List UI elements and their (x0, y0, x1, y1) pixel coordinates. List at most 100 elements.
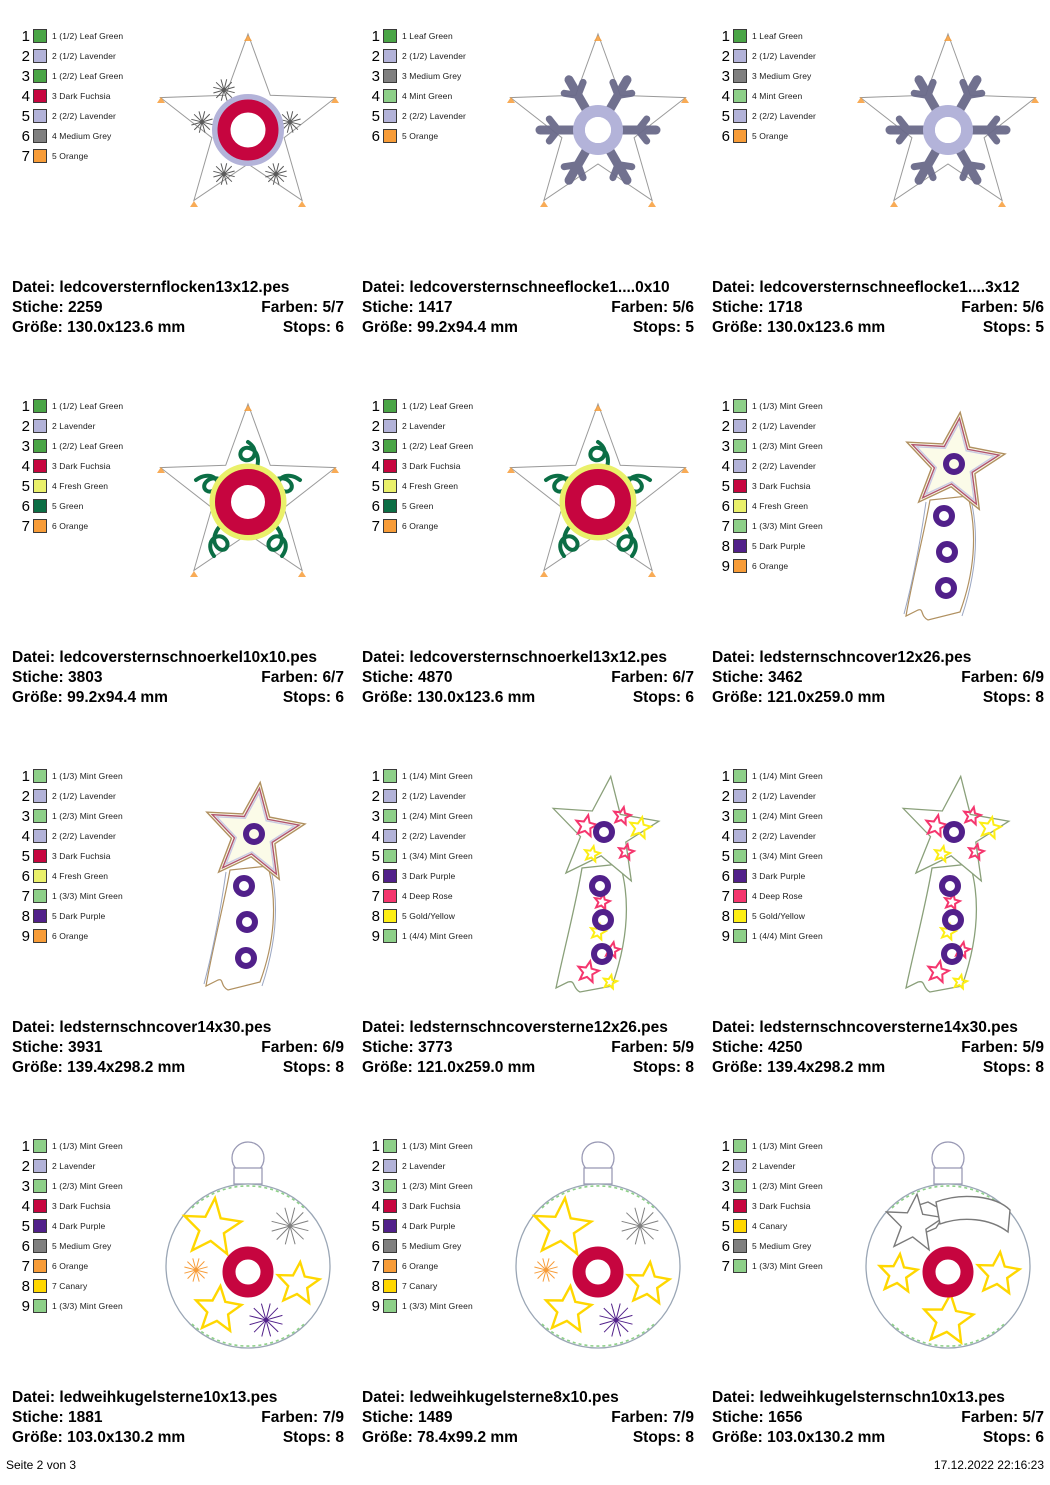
design-card[interactable]: 1 1 (1/3) Mint Green 2 2 (1/2) Lavender 3 1 (… (0, 740, 350, 1110)
legend-index: 2 (21, 417, 30, 435)
design-card[interactable]: 1 1 (1/3) Mint Green 2 2 Lavender 3 1 (2/3) M… (350, 1110, 700, 1480)
colors-label: Farben: (611, 1039, 669, 1056)
size-value: 99.2x94.4 mm (417, 319, 518, 336)
legend-index: 8 (721, 907, 730, 925)
color-swatch (383, 809, 397, 823)
design-card[interactable]: 1 1 (1/4) Mint Green 2 2 (1/2) Lavender 3 1 (… (350, 740, 700, 1110)
design-card[interactable]: 1 1 (1/3) Mint Green 2 2 Lavender 3 1 (2/3) M… (0, 1110, 350, 1480)
legend-row: 6 5 Green (14, 496, 164, 516)
legend-index: 1 (21, 397, 30, 415)
legend-row: 2 2 (1/2) Lavender (364, 786, 514, 806)
color-swatch (733, 29, 747, 43)
legend-label: 1 (2/3) Mint Green (752, 1181, 823, 1191)
size-value: 99.2x94.4 mm (67, 689, 168, 706)
legend-label: 1 (1/3) Mint Green (752, 401, 823, 411)
legend-label: 3 Dark Fuchsia (52, 1201, 111, 1211)
legend-label: 1 (1/4) Mint Green (402, 771, 473, 781)
stops-label: Stops: (982, 1429, 1032, 1446)
legend-index: 6 (371, 497, 380, 515)
legend-row: 6 3 Dark Purple (364, 866, 514, 886)
colors-value: 6/7 (322, 669, 344, 686)
colors-value: 7/9 (322, 1409, 344, 1426)
design-card[interactable]: 1 1 Leaf Green 2 2 (1/2) Lavender 3 3 Medium … (700, 0, 1050, 370)
legend-label: 1 (1/2) Leaf Green (52, 31, 124, 41)
legend-label: 3 Medium Grey (402, 71, 462, 81)
design-card[interactable]: 1 1 (1/4) Mint Green 2 2 (1/2) Lavender 3 1 (… (700, 740, 1050, 1110)
legend-row: 4 3 Dark Fuchsia (364, 456, 514, 476)
stitches-colors-row: Stiche: 1718 Farben: 5/6 (712, 298, 1044, 318)
legend-label: 2 Lavender (752, 1161, 796, 1171)
stitches-value: 4250 (768, 1039, 803, 1056)
legend-label: 1 (2/2) Leaf Green (52, 71, 124, 81)
legend-row: 5 1 (3/4) Mint Green (714, 846, 864, 866)
stitches-label: Stiche: (712, 669, 764, 686)
design-preview-bauble-stars (150, 1124, 346, 1372)
color-swatch (733, 419, 747, 433)
file-name: ledweihkugelsternschn10x13.pes (759, 1389, 1005, 1406)
legend-label: 5 Dark Purple (52, 911, 106, 921)
stops-label: Stops: (982, 319, 1032, 336)
file-row: Datei: ledcoversternschnoerkel10x10.pes (12, 648, 344, 668)
size-value: 130.0x123.6 mm (767, 319, 886, 336)
file-label: Datei: (712, 279, 756, 296)
color-swatch (33, 829, 47, 843)
legend-index: 7 (371, 517, 380, 535)
legend-index: 1 (721, 27, 730, 45)
design-card[interactable]: 1 1 (1/2) Leaf Green 2 2 Lavender 3 1 (2/2) L… (0, 370, 350, 740)
stops-value: 8 (1035, 1059, 1044, 1076)
color-swatch (33, 1219, 47, 1233)
design-row: 1 1 (1/2) Leaf Green 2 2 (1/2) Lavender 3 1 (… (0, 0, 1050, 370)
legend-row: 8 5 Gold/Yellow (714, 906, 864, 926)
color-legend: 1 1 Leaf Green 2 2 (1/2) Lavender 3 3 Medium … (714, 26, 864, 146)
legend-row: 2 2 (1/2) Lavender (14, 46, 164, 66)
legend-row: 3 1 (2/3) Mint Green (14, 806, 164, 826)
size-value: 121.0x259.0 mm (417, 1059, 536, 1076)
design-info: Datei: ledsternschncover12x26.pes Stiche:… (712, 648, 1044, 708)
file-row: Datei: ledsternschncoversterne14x30.pes (712, 1018, 1044, 1038)
legend-row: 4 3 Dark Fuchsia (14, 1196, 164, 1216)
colors-label: Farben: (611, 1409, 669, 1426)
stitches-field: Stiche: 2259 (12, 298, 102, 318)
design-row: 1 1 (1/3) Mint Green 2 2 (1/2) Lavender 3 1 (… (0, 740, 1050, 1110)
stitches-value: 3773 (418, 1039, 453, 1056)
legend-label: 3 Medium Grey (752, 71, 812, 81)
stitches-value: 1881 (68, 1409, 103, 1426)
design-card[interactable]: 1 1 (1/2) Leaf Green 2 2 (1/2) Lavender 3 1 (… (0, 0, 350, 370)
size-value: 139.4x298.2 mm (767, 1059, 886, 1076)
design-card[interactable]: 1 1 (1/3) Mint Green 2 2 (1/2) Lavender 3 1 (… (700, 370, 1050, 740)
page-footer: Seite 2 von 3 17.12.2022 22:16:23 (0, 1458, 1050, 1480)
legend-label: 4 Medium Grey (52, 131, 112, 141)
legend-index: 3 (721, 1177, 730, 1195)
size-stops-row: Größe: 103.0x130.2 mm Stops: 6 (712, 1428, 1044, 1448)
color-swatch (733, 89, 747, 103)
stitches-value: 3803 (68, 669, 103, 686)
size-field: Größe: 103.0x130.2 mm (12, 1428, 185, 1448)
legend-index: 5 (371, 847, 380, 865)
legend-row: 6 5 Medium Grey (714, 1236, 864, 1256)
stops-value: 6 (1035, 1429, 1044, 1446)
legend-index: 3 (21, 67, 30, 85)
legend-label: 1 (3/4) Mint Green (402, 851, 473, 861)
legend-label: 5 Orange (52, 151, 89, 161)
size-field: Größe: 78.4x99.2 mm (362, 1428, 518, 1448)
stitches-colors-row: Stiche: 4870 Farben: 6/7 (362, 668, 694, 688)
stops-field: Stops: 8 (633, 1058, 694, 1078)
legend-index: 6 (721, 867, 730, 885)
legend-row: 5 2 (2/2) Lavender (14, 106, 164, 126)
design-card[interactable]: 1 1 (1/3) Mint Green 2 2 Lavender 3 1 (2/3) M… (700, 1110, 1050, 1480)
legend-row: 3 1 (2/2) Leaf Green (364, 436, 514, 456)
colors-value: 6/9 (1022, 669, 1044, 686)
size-value: 78.4x99.2 mm (417, 1429, 518, 1446)
legend-row: 6 4 Fresh Green (14, 866, 164, 886)
design-card[interactable]: 1 1 Leaf Green 2 2 (1/2) Lavender 3 3 Medium … (350, 0, 700, 370)
legend-label: 1 (2/3) Mint Green (52, 1181, 123, 1191)
stitches-value: 4870 (418, 669, 453, 686)
file-name: ledsternschncoversterne12x26.pes (409, 1019, 668, 1036)
file-name: ledweihkugelsterne8x10.pes (409, 1389, 619, 1406)
legend-row: 1 1 Leaf Green (714, 26, 864, 46)
file-label: Datei: (712, 649, 756, 666)
legend-row: 5 1 (3/4) Mint Green (364, 846, 514, 866)
color-swatch (733, 109, 747, 123)
legend-label: 6 Orange (402, 521, 439, 531)
design-card[interactable]: 1 1 (1/2) Leaf Green 2 2 Lavender 3 1 (2/2) L… (350, 370, 700, 740)
